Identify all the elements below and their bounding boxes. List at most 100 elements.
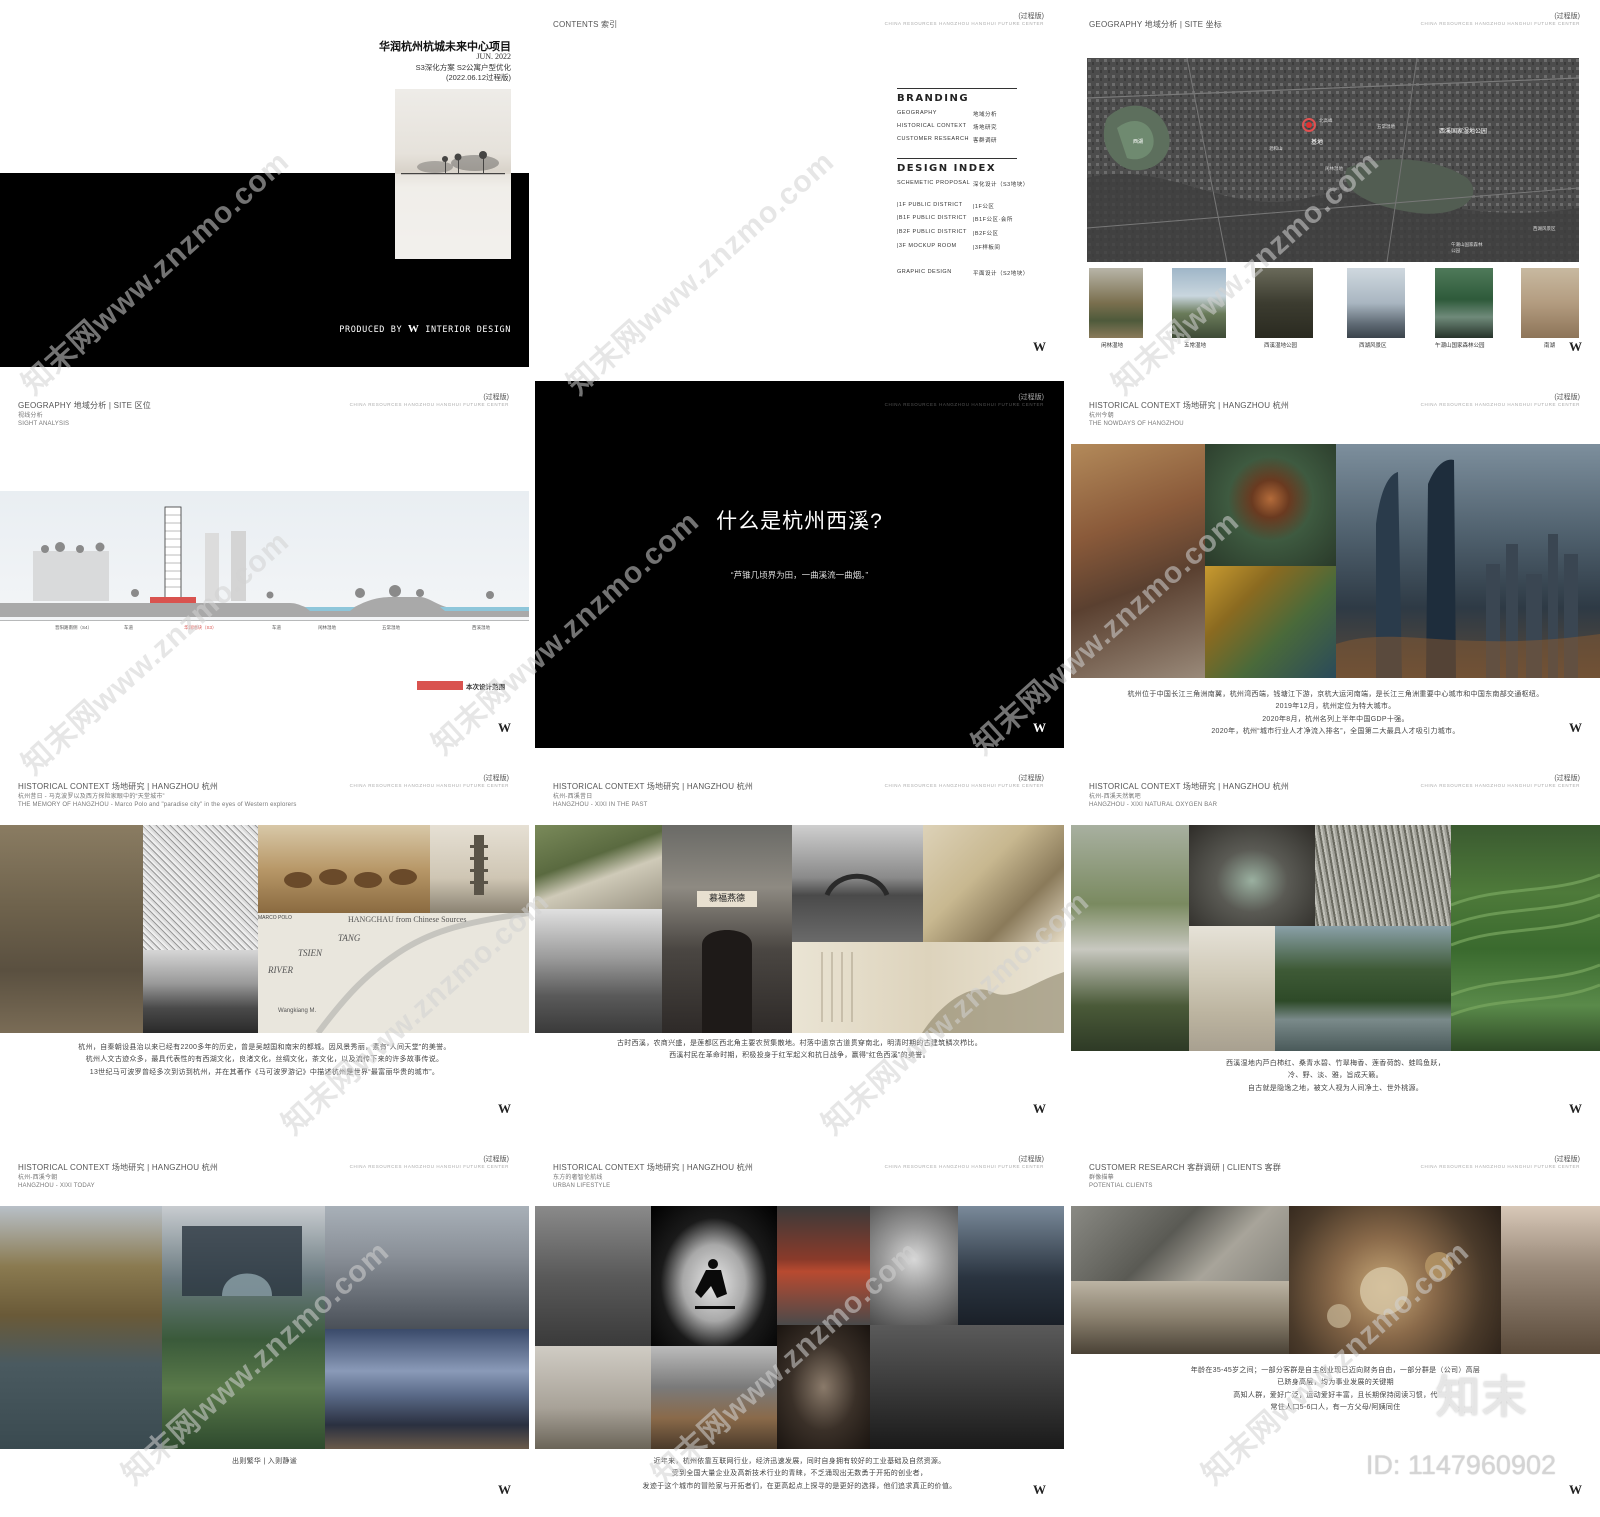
- photo-workshop[interactable]: [651, 1346, 777, 1449]
- photo-motorcycle[interactable]: [777, 1206, 870, 1325]
- slide-subtitle-cn: 杭州今朝: [1089, 412, 1114, 419]
- old-map[interactable]: MARCO POLO HANGCHAU from Chinese Sources…: [258, 913, 529, 1033]
- painting-wetland[interactable]: [1189, 926, 1275, 1051]
- photo-forest-lake[interactable]: [1275, 926, 1451, 1051]
- index-row[interactable]: HISTORICAL CONTEXT 场地研究: [897, 123, 997, 131]
- photo-ballet[interactable]: [535, 1346, 651, 1449]
- photo-meeting[interactable]: [1071, 1281, 1289, 1354]
- photo-pagoda[interactable]: [1205, 444, 1336, 566]
- photo-sky-highway[interactable]: [325, 1329, 529, 1449]
- index-row[interactable]: GRAPHIC DESIGN 平面设计（S2地块）: [897, 269, 1028, 277]
- photo-reeds[interactable]: [1315, 825, 1451, 926]
- photo-modern-building[interactable]: [162, 1206, 325, 1449]
- painting-calligraphy[interactable]: [792, 942, 1064, 1033]
- photo-village-wall[interactable]: [535, 825, 662, 909]
- version-tag: (过程版): [1554, 775, 1580, 782]
- photo-concrete-garden[interactable]: [1071, 825, 1189, 1051]
- slide-header: HISTORICAL CONTEXT 场地研究 | HANGZHOU 杭州: [553, 782, 754, 791]
- project-tagline: CHINA RESOURCES HANGZHOU HANGHUI FUTURE …: [884, 1164, 1044, 1169]
- photo-businessman[interactable]: [958, 1206, 1064, 1325]
- photo-skateboarder[interactable]: [651, 1206, 777, 1346]
- painting-landscape[interactable]: [923, 825, 1064, 942]
- photo-dinner-table[interactable]: [1289, 1206, 1501, 1354]
- version-tag: (过程版): [483, 1156, 509, 1163]
- photo-wetland-village[interactable]: [0, 1206, 162, 1449]
- project-tagline: CHINA RESOURCES HANGZHOU HANGHUI FUTURE …: [884, 21, 1044, 26]
- map-label-xixi: 西溪国家湿地公园: [1439, 129, 1488, 135]
- photo-gallery-interior[interactable]: [1189, 825, 1315, 926]
- satellite-map[interactable]: 基地 西湖 西溪国家湿地公园 北高峰 老和山 闲林湿地 五常湿地 西湖风景区 午…: [1087, 58, 1579, 262]
- photo-canal-bridge[interactable]: [792, 825, 923, 942]
- version-tag: (过程版): [483, 394, 509, 401]
- version-tag: (过程版): [483, 775, 509, 782]
- photo-skyline[interactable]: [1336, 444, 1600, 678]
- slide-subtitle-cn: 杭州-西溪今朝: [18, 1174, 58, 1181]
- index-row[interactable]: |3F MOCKUP ROOM |3F样板间: [897, 243, 1000, 251]
- painting-ancient[interactable]: [0, 825, 143, 1033]
- photo-old-pavilion[interactable]: [143, 950, 258, 1033]
- thumb-photo[interactable]: [1089, 268, 1143, 338]
- slide-subtitle-en: HANGZHOU - XIXI IN THE PAST: [553, 801, 648, 808]
- project-tagline: CHINA RESOURCES HANGZHOU HANGHUI FUTURE …: [1420, 402, 1580, 407]
- thumb-label: 五常湿地: [1184, 343, 1207, 349]
- slide-header: HISTORICAL CONTEXT 场地研究 | HANGZHOU 杭州: [18, 782, 219, 791]
- project-tagline: CHINA RESOURCES HANGZHOU HANGHUI FUTURE …: [349, 1164, 509, 1169]
- version-tag: (过程版): [1018, 13, 1044, 20]
- slide-subtitle-en: THE MEMORY OF HANGZHOU - Marco Polo and …: [18, 801, 297, 808]
- slide-subtitle-cn: 杭州-西溪天然氧吧: [1089, 793, 1141, 800]
- section-label-row: 晋阳路南侧（S4） 车道 华润地块（S3） 车道 闲林湿地 五常湿地 西溪湿地: [55, 625, 490, 630]
- cover-date: JUN. 2022: [476, 52, 511, 61]
- photo-concrete-space[interactable]: [535, 1206, 651, 1346]
- index-row[interactable]: |1F PUBLIC DISTRICT |1F公区: [897, 202, 994, 210]
- slide-header: HISTORICAL CONTEXT 场地研究 | HANGZHOU 杭州: [553, 1163, 754, 1172]
- slide-subtitle-en: POTENTIAL CLIENTS: [1089, 1182, 1153, 1189]
- thumb-photo[interactable]: [1347, 268, 1405, 338]
- engraving-pagoda[interactable]: [430, 825, 529, 913]
- slide-subtitle-cn: 杭州-西溪昔日: [553, 793, 593, 800]
- map-label-wanjiashan: 午潮山国家森林公园: [1451, 242, 1483, 253]
- index-row[interactable]: |B1F PUBLIC DISTRICT |B1F公区·会所: [897, 215, 1012, 223]
- branding-heading: BRANDING: [897, 93, 970, 104]
- thumb-label: 西溪湿地公园: [1264, 343, 1298, 349]
- engraving-caravan[interactable]: [258, 825, 430, 913]
- slide-subtitle-cn: 杭州昔日 - 马克波罗以及西方探险家眼中的“天堂城市”: [18, 793, 165, 800]
- version-tag: (过程版): [1018, 775, 1044, 782]
- photo-temple-street[interactable]: [1071, 444, 1205, 678]
- engraving-street[interactable]: [143, 825, 258, 950]
- photo-portrait-hand[interactable]: [870, 1206, 958, 1325]
- question-title: 什么是杭州西溪?: [716, 510, 883, 533]
- photo-campus-aerial[interactable]: [325, 1206, 529, 1329]
- thumb-photo[interactable]: [1435, 268, 1493, 338]
- index-row[interactable]: CUSTOMER RESEARCH 客群调研: [897, 136, 997, 144]
- studio-logo-icon: W: [1569, 720, 1582, 735]
- slide-header: HISTORICAL CONTEXT 场地研究 | HANGZHOU 杭州: [18, 1163, 219, 1172]
- divider: [897, 158, 1017, 159]
- slide-subtitle-en: HANGZHOU - XIXI NATURAL OXYGEN BAR: [1089, 801, 1218, 808]
- thumb-photo[interactable]: [1255, 268, 1313, 338]
- photo-old-market[interactable]: [535, 909, 662, 1033]
- thumb-photo[interactable]: [1521, 268, 1579, 338]
- photo-team-portrait[interactable]: [1501, 1206, 1600, 1354]
- index-row[interactable]: |B2F PUBLIC DISTRICT |B2F公区: [897, 229, 998, 237]
- photo-office-desk[interactable]: [870, 1325, 1064, 1449]
- legend-label: 本次设计范围: [466, 684, 505, 691]
- studio-logo-icon: W: [1033, 720, 1046, 735]
- photo-green-terraces[interactable]: [1451, 825, 1600, 1051]
- caption-block: 西溪湿地内芦白柿红、桑青水碧、竹翠梅香、莲香荷韵、蛙鸣鱼跃， 冷、野、淡、雅，旨…: [1226, 1060, 1445, 1092]
- thumb-label: 闲林湿地: [1101, 343, 1124, 349]
- index-row[interactable]: GEOGRAPHY 地域分析: [897, 110, 997, 118]
- thumb-label: 南湖: [1544, 343, 1556, 349]
- map-label-beigaofeng: 北高峰: [1319, 118, 1333, 123]
- map-label-laohe: 老和山: [1269, 146, 1283, 151]
- slide-header: HISTORICAL CONTEXT 场地研究 | HANGZHOU 杭州: [1089, 401, 1290, 410]
- map-label-west-lake: 西湖: [1133, 139, 1144, 145]
- photo-whisky[interactable]: [777, 1325, 870, 1449]
- photo-old-gate[interactable]: 慕福燕德: [662, 825, 792, 1033]
- project-tagline: CHINA RESOURCES HANGZHOU HANGHUI FUTURE …: [884, 783, 1044, 788]
- legend-swatch: [417, 681, 463, 690]
- index-row[interactable]: SCHEMETIC PROPOSAL 深化设计（S3地块）: [897, 180, 1028, 188]
- photo-autumn-forest[interactable]: [1205, 566, 1336, 678]
- cover-producer: PRODUCED BY W INTERIOR DESIGN: [339, 323, 511, 335]
- thumb-photo[interactable]: [1172, 268, 1226, 338]
- project-tagline: CHINA RESOURCES HANGZHOU HANGHUI FUTURE …: [349, 783, 509, 788]
